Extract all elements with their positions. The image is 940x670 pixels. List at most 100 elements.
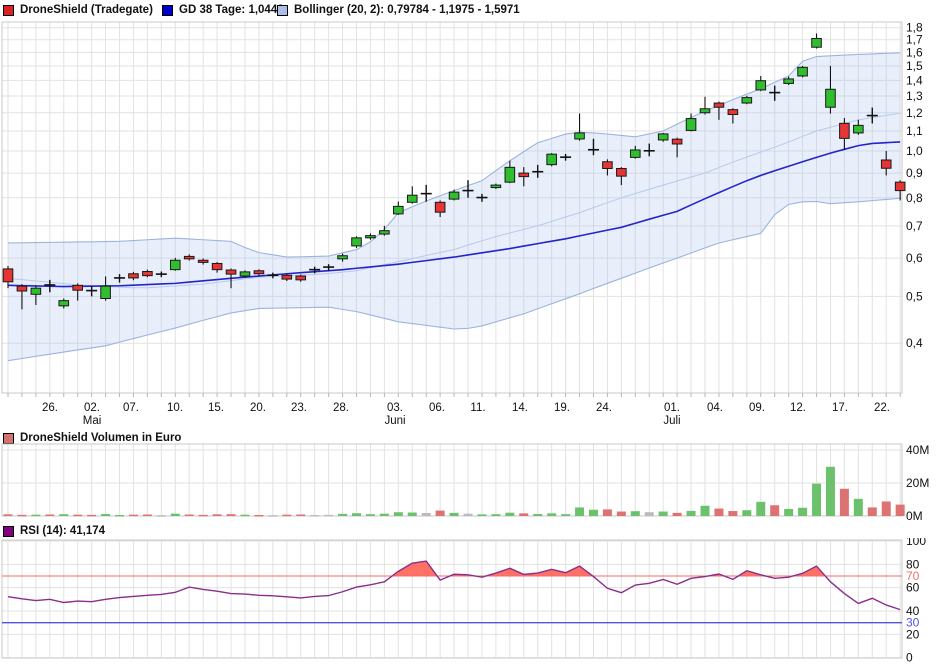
volume-bar	[254, 515, 263, 517]
date-tick-label: 23.	[291, 402, 307, 414]
candle	[240, 270, 250, 277]
volume-bar	[240, 515, 249, 517]
candle	[812, 33, 822, 48]
price-y-label: 1,6	[906, 45, 923, 59]
legend-gd38: GD 38 Tage: 1,0443	[162, 2, 284, 18]
volume-bar	[436, 511, 445, 516]
volume-chart: 40M20M0M	[0, 441, 940, 523]
volume-bar	[199, 515, 208, 517]
rsi-chart: 1008070604030200	[0, 538, 940, 666]
volume-bar	[505, 513, 514, 516]
volume-bar	[422, 513, 431, 516]
volume-bar	[631, 511, 640, 516]
date-tick-label: 19.	[554, 402, 570, 414]
gd38-series-icon	[162, 5, 173, 16]
volume-bar	[464, 514, 473, 516]
date-tick-label: 09.	[749, 402, 765, 414]
volume-bar	[185, 515, 194, 517]
volume-bar	[519, 513, 528, 516]
price-y-label: 0,6	[906, 251, 923, 265]
volume-bar	[491, 514, 500, 516]
rsi-y-label: 20	[906, 627, 920, 641]
volume-bar	[171, 514, 180, 516]
price-y-label: 0,7	[906, 219, 923, 233]
price-y-label: 0,9	[906, 166, 923, 180]
volume-bar	[756, 502, 765, 516]
volume-bar	[282, 515, 291, 517]
volume-bar	[143, 515, 152, 517]
date-tick-label: 01.	[664, 402, 680, 414]
price-y-label: 0,8	[906, 191, 923, 205]
volume-bar	[4, 514, 13, 516]
volume-bar	[673, 513, 682, 516]
date-tick-label: 04.	[707, 402, 723, 414]
volume-bar	[840, 489, 849, 516]
date-tick-label: 14.	[512, 402, 528, 414]
price-chart: 1,81,71,61,51,41,31,21,11,00,90,80,70,60…	[0, 20, 940, 432]
month-label: Mai	[83, 415, 102, 427]
volume-bar	[603, 509, 612, 516]
price-series-icon	[3, 5, 14, 16]
volume-bar	[338, 514, 347, 516]
date-tick-label: 06.	[429, 402, 445, 414]
candle	[547, 153, 557, 166]
date-tick-label: 20.	[250, 402, 266, 414]
volume-bar	[352, 513, 361, 516]
month-label: Juni	[384, 415, 405, 427]
volume-bar	[742, 510, 751, 516]
volume-bar	[31, 515, 40, 517]
date-tick-label: 10.	[167, 402, 183, 414]
date-tick-label: 22.	[874, 402, 890, 414]
candle	[700, 97, 710, 115]
price-y-label: 0,4	[906, 336, 923, 350]
legend-bollinger: Bollinger (20, 2): 0,79784 - 1,1975 - 1,…	[277, 2, 520, 18]
volume-bar	[728, 511, 737, 516]
volume-bar	[533, 514, 542, 516]
volume-bar	[701, 506, 710, 516]
volume-bar	[868, 507, 877, 516]
price-y-label: 1,0	[906, 144, 923, 158]
price-y-label: 1,2	[906, 106, 923, 120]
candle	[407, 186, 417, 203]
volume-bar	[45, 515, 54, 517]
candle	[798, 66, 808, 77]
candle	[658, 133, 668, 142]
legend-price-label: DroneShield (Tradegate)	[20, 4, 153, 16]
volume-y-label: 40M	[906, 443, 929, 457]
volume-bar	[547, 513, 556, 516]
volume-bar	[575, 507, 584, 516]
legend-rsi: RSI (14): 41,174	[3, 523, 105, 539]
legend-rsi-label: RSI (14): 41,174	[20, 525, 105, 537]
volume-bar	[770, 505, 779, 516]
volume-bar	[17, 515, 26, 517]
price-y-label: 1,4	[906, 73, 923, 87]
volume-bar	[227, 514, 236, 516]
legend-price: DroneShield (Tradegate)	[3, 2, 153, 18]
date-tick-label: 15.	[208, 402, 224, 414]
legend-gd38-label: GD 38 Tage: 1,0443	[179, 4, 284, 16]
volume-bar	[687, 511, 696, 516]
date-tick-label: 11.	[470, 402, 485, 414]
date-tick-label: 17.	[832, 402, 848, 414]
date-tick-label: 12.	[790, 402, 806, 414]
volume-bar	[589, 510, 598, 516]
volume-bar	[380, 514, 389, 516]
volume-bar	[896, 505, 905, 516]
price-y-label: 1,1	[906, 124, 923, 138]
stock-chart-page: { "header": { "series1_label": "DroneShi…	[0, 0, 940, 670]
rsi-y-label: 100	[906, 538, 926, 548]
volume-bar	[101, 514, 110, 516]
volume-bar	[645, 512, 654, 516]
volume-bar	[115, 515, 124, 517]
date-tick-label: 28.	[333, 402, 349, 414]
price-y-label: 1,3	[906, 89, 923, 103]
volume-y-label: 0M	[906, 509, 923, 523]
volume-bar	[617, 512, 626, 516]
rsi-series-icon	[3, 526, 14, 537]
date-tick-label: 03.	[387, 402, 403, 414]
rsi-y-label: 60	[906, 581, 920, 595]
price-y-label: 0,5	[906, 289, 923, 303]
volume-bar	[296, 515, 305, 517]
legend-bollinger-label: Bollinger (20, 2): 0,79784 - 1,1975 - 1,…	[294, 4, 520, 16]
candle	[394, 202, 404, 216]
